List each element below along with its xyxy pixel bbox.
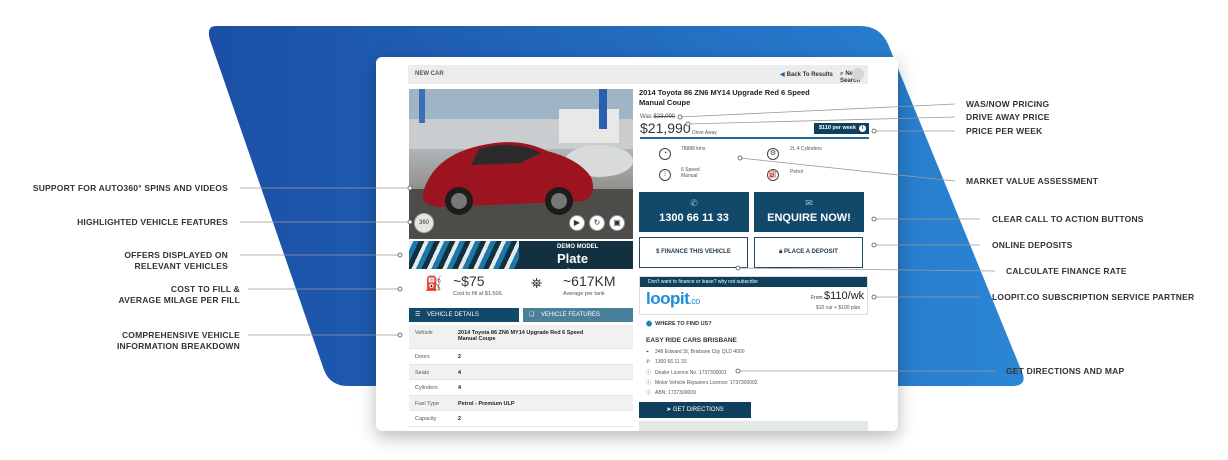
callout-offers-line2: RELEVANT VEHICLES	[134, 261, 228, 271]
loopit-panel[interactable]: Don't want to finance or lease? why not …	[639, 276, 868, 315]
callout-loopit: LOOPIT.CO SUBSCRIPTION SERVICE PARTNER	[992, 292, 1195, 302]
callout-info-line1: COMPREHENSIVE VEHICLE	[121, 330, 240, 340]
spec-table: Vehicle 2014 Toyota 86 ZN6 MY14 Upgrade R…	[409, 325, 633, 427]
info-icon: ⓘ	[646, 390, 652, 396]
odometer-icon: ◔	[659, 148, 671, 160]
plate-clearance-banner: DEMO MODEL Plate Clearance	[409, 241, 633, 269]
dealer-name: EASY RIDE CARS BRISBANE	[646, 337, 737, 344]
callout-per-week: PRICE PER WEEK	[966, 126, 1043, 136]
callout-cost-line2: AVERAGE MILAGE PER FILL	[118, 295, 240, 305]
callout-drive-away: DRIVE AWAY PRICE	[966, 112, 1050, 122]
list-icon: ☰	[415, 312, 421, 318]
phone-icon: ✆	[690, 198, 698, 208]
range-value: ~617KM	[563, 273, 616, 289]
table-row: Cylinders 4	[409, 380, 633, 396]
loopit-header: Don't want to finance or lease? why not …	[640, 277, 867, 287]
fuel-pump-icon: ⛽	[425, 275, 443, 291]
callout-auto360: SUPPORT FOR AUTO360° SPINS AND VIDEOS	[32, 183, 228, 193]
top-bar: NEW CAR ◀Back To Results ⌕New Search	[408, 65, 868, 84]
table-row: Fuel Type Petrol - Premium ULP	[409, 395, 633, 411]
feature-gearbox: 6 Speed Manual	[681, 167, 700, 179]
info-icon: ⓘ	[646, 370, 652, 376]
dealer-abn: ⓘ ABN: 1737300009	[646, 390, 696, 396]
drive-away-price: $21,990	[640, 120, 691, 136]
feature-engine: 2L 4 Cylinders	[790, 146, 822, 152]
navigate-icon: ➤	[666, 407, 673, 413]
map-pin-icon: ⬤	[646, 321, 653, 327]
tab-vehicle-features[interactable]: ❑ VEHICLE FEATURES	[523, 308, 633, 322]
tab-vehicle-details[interactable]: ☰ VEHICLE DETAILS	[409, 308, 519, 322]
fill-cost-label: Cost to fill at $1.50/L	[453, 291, 504, 297]
get-directions-button[interactable]: ➤ GET DIRECTIONS	[639, 402, 751, 418]
dealer-address: ⌖ 348 Edward St, Brisbane City QLD 4000	[646, 349, 745, 355]
drive-away-label: Drive Away	[692, 130, 717, 136]
table-row: Doors 2	[409, 349, 633, 365]
callout-highlighted-features: HIGHLIGHTED VEHICLE FEATURES	[77, 217, 228, 227]
callout-offers-line1: OFFERS DISPLAYED ON	[124, 250, 228, 260]
phone-icon: ✆	[646, 359, 651, 365]
enquire-button[interactable]: ✉ ENQUIRE NOW!	[754, 192, 864, 232]
callout-deposits: ONLINE DEPOSITS	[992, 240, 1073, 250]
per-week-badge[interactable]: $110 per week i	[814, 123, 869, 134]
range-label: Average per tank	[563, 291, 605, 297]
search-icon: ⌕	[840, 71, 844, 77]
banner-subtitle: DEMO MODEL	[557, 244, 599, 250]
fuel-stats: ⛽ ~$75 Cost to fill at $1.50/L ⛯ ~617KM …	[409, 271, 633, 303]
banner-title: Plate Clearance	[557, 251, 619, 269]
dealer-licence: ⓘ Dealer Licence No. 1737300001	[646, 370, 727, 376]
page-title: NEW CAR	[415, 71, 444, 77]
engine-icon: ⚙	[767, 148, 779, 160]
bookmark-icon: ❑	[529, 312, 535, 318]
price-divider	[640, 137, 869, 139]
spin-360-icon[interactable]: 360	[414, 213, 434, 233]
gallery-icon[interactable]: ▣	[609, 215, 625, 231]
info-icon: ⓘ	[646, 380, 652, 386]
callout-cost-line1: COST TO FILL &	[170, 284, 240, 294]
vehicle-photo[interactable]: 360 ▶ ↻ ▣	[409, 89, 633, 239]
360-view-icon[interactable]: ↻	[589, 215, 605, 231]
call-button[interactable]: ✆ 1300 66 11 33	[639, 192, 749, 232]
listing-card: NEW CAR ◀Back To Results ⌕New Search	[376, 57, 898, 431]
loopit-from-label: From	[811, 295, 823, 301]
finance-button[interactable]: $ FINANCE THIS VEHICLE	[639, 237, 748, 268]
deposit-button[interactable]: 🔒︎ PLACE A DEPOSIT	[754, 237, 863, 268]
fill-cost-value: ~$75	[453, 273, 485, 289]
callout-finance-rate: CALCULATE FINANCE RATE	[1006, 266, 1127, 276]
where-to-find-us: ⬤ WHERE TO FIND US?	[646, 321, 712, 327]
callout-directions: GET DIRECTIONS AND MAP	[1006, 366, 1125, 376]
loopit-logo: loopit.co	[646, 289, 700, 308]
loopit-weekly-price: $110/wk	[824, 290, 865, 302]
gearbox-icon: ⁝	[659, 169, 671, 181]
listing-title: 2014 Toyota 86 ZN6 MY14 Upgrade Red 6 Sp…	[639, 88, 810, 107]
arrow-left-icon: ◀	[780, 72, 785, 78]
infographic-stage: NEW CAR ◀Back To Results ⌕New Search	[0, 0, 1228, 460]
fuel-icon: ⛽	[767, 169, 779, 181]
chat-icon: ✉	[805, 198, 813, 208]
table-row: Seats 4	[409, 364, 633, 380]
callout-was-now: WAS/NOW PRICING	[966, 99, 1050, 109]
info-icon: i	[859, 125, 866, 132]
banner-stripes	[409, 241, 519, 269]
range-icon: ⛯	[531, 275, 543, 291]
repairer-licence: ⓘ Motor Vehicle Repairers Licence: 173730…	[646, 380, 758, 386]
dealer-map[interactable]	[639, 421, 868, 431]
location-icon: ⌖	[646, 349, 649, 355]
table-row: Capacity 2	[409, 411, 633, 427]
loopit-plan: $10 car + $100 plan	[816, 305, 861, 311]
callout-info-line2: INFORMATION BREAKDOWN	[116, 341, 240, 351]
table-row: Vehicle 2014 Toyota 86 ZN6 MY14 Upgrade R…	[409, 325, 633, 349]
dealer-phone[interactable]: ✆ 1300 66 11 33	[646, 359, 687, 365]
feature-fuel: Petrol	[790, 169, 804, 175]
callout-market-value: MARKET VALUE ASSESSMENT	[966, 176, 1099, 186]
video-play-icon[interactable]: ▶	[569, 215, 585, 231]
feature-kms: 78888 kms	[681, 146, 706, 152]
callout-cta: CLEAR CALL TO ACTION BUTTONS	[992, 214, 1144, 224]
back-to-results-link[interactable]: ◀ Back To Results	[780, 71, 833, 78]
close-icon[interactable]	[852, 68, 864, 80]
